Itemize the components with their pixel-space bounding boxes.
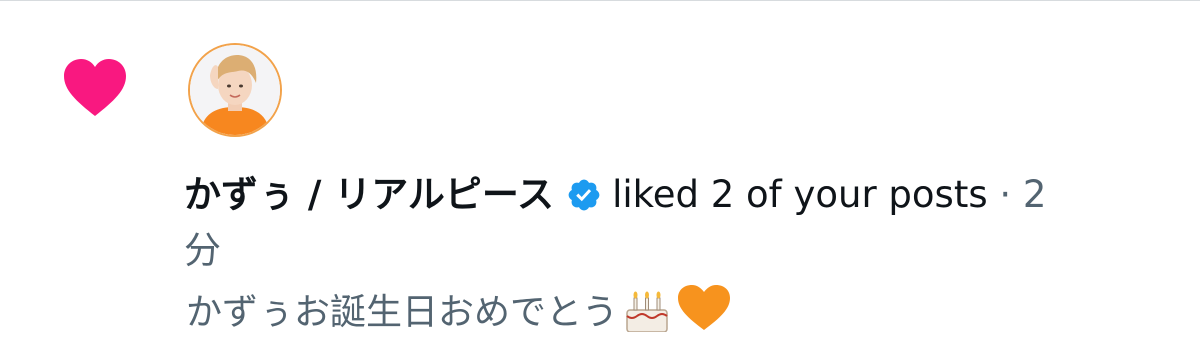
heart-icon	[64, 59, 126, 116]
separator: ·	[999, 173, 1012, 216]
preview-text: かずぅお誕生日おめでとう	[186, 292, 619, 333]
verified-icon	[568, 179, 600, 211]
birthday-cake-icon	[626, 291, 668, 332]
user-name[interactable]: かずぅ / リアルピース	[184, 173, 554, 216]
timestamp-number: 2	[1022, 173, 1047, 216]
orange-heart-icon	[678, 285, 731, 330]
action-text: liked 2 of your posts	[612, 173, 988, 216]
like-notification[interactable]: かずぅ / リアルピース liked 2 of your posts · 2 分 …	[0, 0, 1200, 333]
avatar[interactable]	[188, 43, 282, 137]
post-preview[interactable]: かずぅお誕生日おめでとう	[186, 284, 732, 339]
notification-text: かずぅ / リアルピース liked 2 of your posts · 2	[184, 166, 1164, 224]
timestamp-unit: 分	[184, 229, 221, 272]
